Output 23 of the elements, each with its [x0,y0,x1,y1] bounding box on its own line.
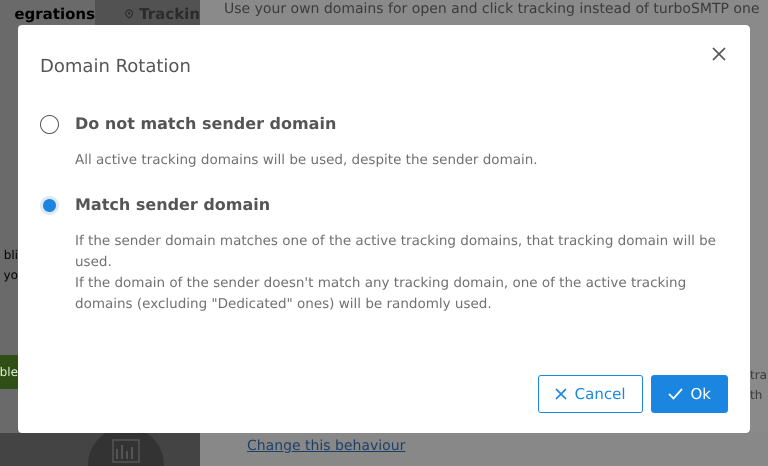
option-description: All active tracking domains will be used, despite the sender domain. [75,151,539,170]
intro-text: Use your own domains for open and click tracking instead of turboSMTP one [200,0,768,25]
chart-icon [112,439,140,463]
tab[interactable]: egrations [0,0,95,25]
cancel-button[interactable]: Cancel [538,374,642,413]
checkmark-icon [668,388,682,400]
option-description: If the domain of the sender doesn't match any tracking domain, one of the active tracking domains (excluding "Dedicated" ones) will be randomly used. [75,274,688,314]
option-label[interactable]: Do not match sender domain [75,112,336,136]
text-fragment: th [750,387,764,404]
option-label[interactable]: Match sender domain [75,193,270,217]
text-fragment: bli [4,247,18,264]
ok-button[interactable]: Ok [650,374,728,413]
text-fragment: yo [4,267,18,284]
text-fragment: tra [750,367,768,384]
close-button[interactable] [710,45,728,63]
location-icon [125,7,134,21]
option-description: If the sender domain matches one of the active tracking domains, that tracking domain will be used. [75,232,717,272]
dialog-title: Domain Rotation [40,55,191,79]
enable-button[interactable]: ble [0,355,18,389]
change-behaviour-link[interactable]: Change this behaviour [247,438,406,454]
close-icon [554,388,567,400]
radio-button[interactable] [40,114,59,134]
radio-button[interactable] [40,196,59,214]
